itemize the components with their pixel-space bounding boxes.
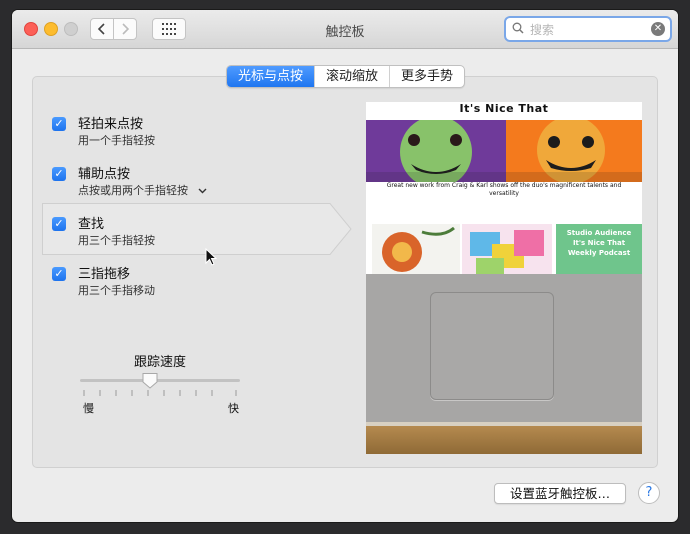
preview-card-text: Studio Audience It's Nice That Weekly Po…: [566, 229, 632, 257]
search-icon: [512, 22, 524, 34]
gesture-preview: It's Nice That Great new work from Craig…: [366, 102, 642, 454]
preview-trackpad: [430, 292, 554, 400]
tab-bar: 光标与点按 滚动缩放 更多手势: [226, 65, 466, 88]
slider-ticks: [83, 390, 237, 396]
secondary-click-select[interactable]: 点按或用两个手指轻按: [78, 182, 207, 198]
option-title: 查找: [78, 217, 105, 232]
slider-knob[interactable]: [142, 372, 158, 389]
option-title: 三指拖移: [78, 267, 131, 282]
search-input[interactable]: [528, 20, 642, 40]
chevron-down-icon: [198, 188, 206, 194]
title-bar: 触控板 ✕: [12, 10, 678, 49]
fast-label: 快: [228, 402, 239, 415]
preview-caption: Great new work from Craig & Karl shows o…: [386, 182, 622, 197]
option-subtitle: 用一个手指轻按: [78, 134, 155, 147]
option-title: 辅助点按: [78, 167, 131, 182]
tab-point-click[interactable]: 光标与点按: [227, 66, 315, 87]
slow-label: 慢: [83, 402, 94, 415]
preview-site-title: It's Nice That: [459, 102, 549, 115]
mouse-pointer-icon: [205, 248, 217, 266]
tab-more-gestures[interactable]: 更多手势: [389, 66, 464, 87]
help-button[interactable]: ?: [638, 482, 660, 504]
preview-wood-edge: [366, 422, 642, 454]
checkbox-tap-to-click[interactable]: ✓: [52, 117, 66, 131]
option-subtitle: 用三个手指轻按: [78, 234, 155, 247]
checkbox-look-up[interactable]: ✓: [52, 217, 66, 231]
option-title: 轻拍来点按: [78, 117, 144, 132]
search-field[interactable]: ✕: [504, 16, 672, 42]
checkbox-three-finger-drag[interactable]: ✓: [52, 267, 66, 281]
clear-icon[interactable]: ✕: [651, 22, 665, 36]
preview-illustration: [366, 120, 642, 182]
option-subtitle: 点按或用两个手指轻按: [78, 184, 188, 197]
tab-scroll-zoom[interactable]: 滚动缩放: [314, 66, 389, 87]
setup-bluetooth-trackpad-button[interactable]: 设置蓝牙触控板…: [494, 483, 626, 504]
tracking-speed-slider[interactable]: [80, 379, 240, 382]
checkbox-secondary-click[interactable]: ✓: [52, 167, 66, 181]
option-subtitle: 用三个手指移动: [78, 284, 155, 297]
tracking-speed-label: 跟踪速度: [133, 355, 186, 370]
preferences-window: 触控板 ✕ 光标与点按 滚动缩放 更多手势 ✓ 轻拍来点按 用一个手指轻按 ✓ …: [12, 10, 678, 522]
